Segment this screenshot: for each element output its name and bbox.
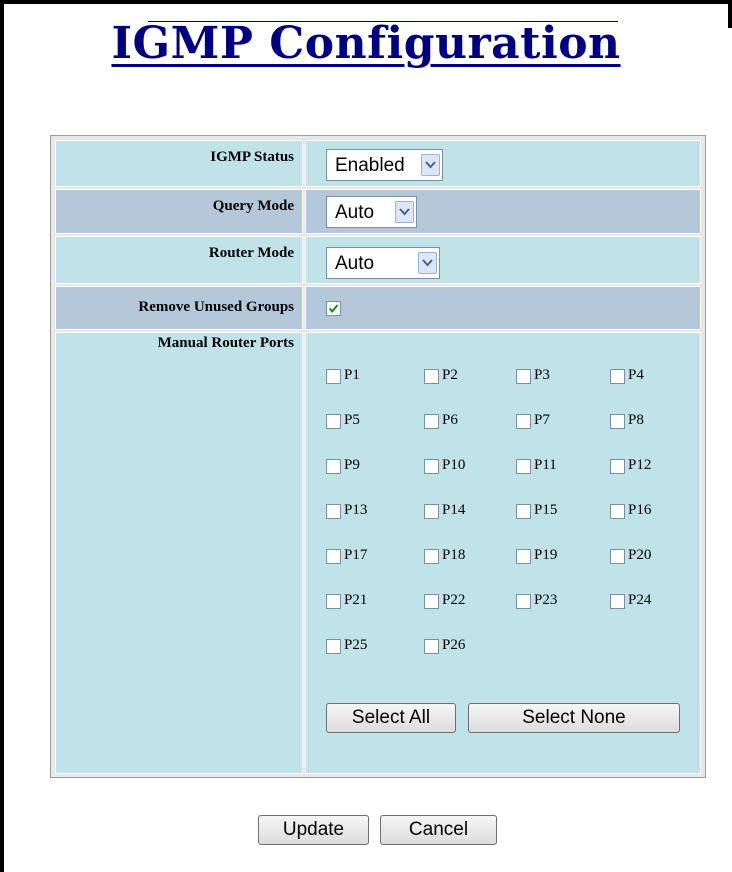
port-checkbox[interactable]: [326, 504, 341, 519]
page-title: IGMP Configuration: [0, 22, 732, 66]
row-manual-router-ports: Manual Router Ports Select All Select No…: [55, 332, 701, 774]
select-none-button[interactable]: Select None: [468, 703, 680, 733]
port-checkbox[interactable]: [610, 459, 625, 474]
port-checkbox[interactable]: [424, 414, 439, 429]
router-mode-value-cell: Auto: [305, 236, 701, 284]
port-checkbox[interactable]: [326, 594, 341, 609]
port-label: P20: [628, 547, 652, 563]
manual-router-ports-label: Manual Router Ports: [157, 335, 294, 351]
port-checkbox[interactable]: [610, 594, 625, 609]
port-label: P1: [344, 367, 360, 383]
port-checkbox[interactable]: [424, 549, 439, 564]
query-mode-value-cell: Auto: [305, 189, 701, 234]
port-label: P3: [534, 367, 550, 383]
port-checkbox[interactable]: [424, 459, 439, 474]
port-checkbox[interactable]: [516, 459, 531, 474]
port-checkbox[interactable]: [326, 459, 341, 474]
port-label: P6: [442, 412, 458, 428]
manual-router-ports-value-cell: Select All Select None P1 P2 P3 P4 P5 P6 P7 P8 P…: [305, 332, 701, 774]
query-mode-label: Query Mode: [212, 198, 294, 214]
igmp-status-label: IGMP Status: [210, 149, 294, 165]
igmp-status-value-cell: Enabled: [305, 140, 701, 187]
port-label: P17: [344, 547, 368, 563]
port-label: P24: [628, 592, 652, 608]
port-checkbox[interactable]: [516, 414, 531, 429]
cancel-button[interactable]: Cancel: [380, 815, 497, 845]
router-mode-selected-value: Auto: [335, 253, 375, 274]
row-query-mode: Query Mode Auto: [55, 189, 701, 234]
remove-unused-groups-label-cell: Remove Unused Groups: [55, 286, 303, 330]
igmp-status-label-cell: IGMP Status: [55, 140, 303, 187]
port-label: P9: [344, 457, 360, 473]
port-checkbox[interactable]: [424, 639, 439, 654]
port-label: P2: [442, 367, 458, 383]
port-checkbox[interactable]: [424, 504, 439, 519]
port-label: P19: [534, 547, 558, 563]
chevron-down-icon[interactable]: [418, 252, 437, 274]
row-igmp-status: IGMP Status Enabled: [55, 140, 701, 187]
port-checkbox[interactable]: [516, 549, 531, 564]
router-mode-label: Router Mode: [208, 245, 294, 261]
port-label: P18: [442, 547, 466, 563]
query-mode-select[interactable]: Auto: [326, 196, 417, 228]
select-all-button[interactable]: Select All: [326, 703, 456, 733]
port-checkbox[interactable]: [516, 369, 531, 384]
port-checkbox[interactable]: [610, 549, 625, 564]
port-label: P4: [628, 367, 644, 383]
row-router-mode: Router Mode Auto: [55, 236, 701, 284]
port-checkbox[interactable]: [326, 414, 341, 429]
remove-unused-groups-value-cell: [305, 286, 701, 330]
port-checkbox[interactable]: [516, 504, 531, 519]
port-checkbox[interactable]: [516, 594, 531, 609]
port-checkbox[interactable]: [424, 369, 439, 384]
query-mode-selected-value: Auto: [335, 202, 375, 223]
port-checkbox[interactable]: [326, 549, 341, 564]
page-frame-top: [0, 0, 732, 4]
remove-unused-groups-checkbox[interactable]: [326, 301, 341, 316]
port-label: P25: [344, 637, 368, 653]
port-label: P10: [442, 457, 466, 473]
port-checkbox[interactable]: [326, 369, 341, 384]
check-icon: [328, 304, 339, 314]
port-label: P11: [534, 457, 557, 473]
port-checkbox[interactable]: [610, 414, 625, 429]
port-label: P15: [534, 502, 558, 518]
port-checkbox[interactable]: [326, 639, 341, 654]
row-remove-unused-groups: Remove Unused Groups: [55, 286, 701, 330]
port-label: P21: [344, 592, 368, 608]
chevron-down-icon[interactable]: [395, 201, 414, 223]
port-label: P14: [442, 502, 466, 518]
port-checkbox[interactable]: [610, 504, 625, 519]
page-frame-left: [0, 0, 4, 872]
router-mode-label-cell: Router Mode: [55, 236, 303, 284]
igmp-status-select[interactable]: Enabled: [326, 149, 443, 181]
manual-router-ports-label-cell: Manual Router Ports: [55, 332, 303, 774]
igmp-config-table: IGMP Status Enabled Query Mode Auto Rout…: [50, 135, 706, 778]
update-button[interactable]: Update: [258, 815, 369, 845]
page-title-text: IGMP Configuration: [111, 18, 621, 69]
port-label: P7: [534, 412, 550, 428]
port-label: P13: [344, 502, 368, 518]
port-label: P22: [442, 592, 466, 608]
port-label: P16: [628, 502, 652, 518]
port-checkbox[interactable]: [610, 369, 625, 384]
chevron-down-icon[interactable]: [421, 154, 440, 176]
port-label: P12: [628, 457, 652, 473]
port-label: P8: [628, 412, 644, 428]
port-label: P5: [344, 412, 360, 428]
igmp-status-selected-value: Enabled: [335, 155, 405, 176]
port-label: P23: [534, 592, 558, 608]
port-label: P26: [442, 637, 466, 653]
router-mode-select[interactable]: Auto: [326, 247, 440, 279]
query-mode-label-cell: Query Mode: [55, 189, 303, 234]
remove-unused-groups-label: Remove Unused Groups: [138, 299, 294, 315]
port-checkbox[interactable]: [424, 594, 439, 609]
